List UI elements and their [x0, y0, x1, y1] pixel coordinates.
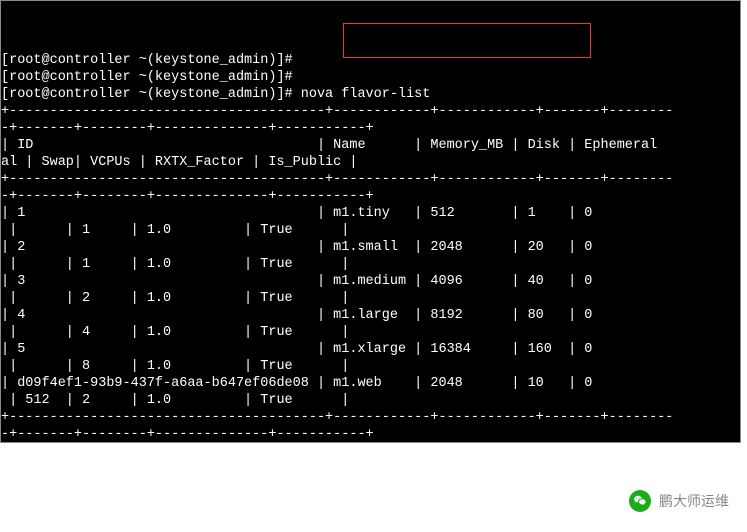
- watermark: 鹏大师运维: [629, 490, 729, 512]
- terminal-output: [root@controller ~(keystone_admin)]# [ro…: [1, 52, 740, 443]
- watermark-text: 鹏大师运维: [659, 491, 729, 511]
- wechat-icon: [629, 490, 651, 512]
- terminal[interactable]: [root@controller ~(keystone_admin)]# [ro…: [0, 0, 741, 443]
